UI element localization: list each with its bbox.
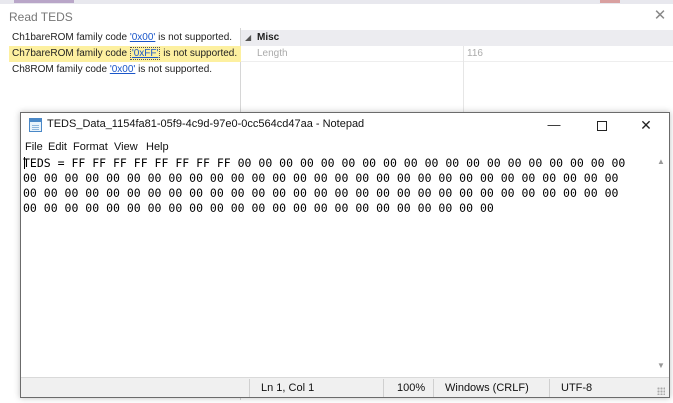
menu-file[interactable]: File [25,139,43,155]
scroll-down-arrow-icon[interactable]: ▼ [657,361,665,370]
dialog-titlebar: Read TEDS ✕ [0,4,673,28]
status-cursor-position: Ln 1, Col 1 [261,382,315,394]
family-code-link[interactable]: '0x00' [110,64,136,75]
message-text: is not supported. [160,48,238,59]
notepad-window: TEDS_Data_1154fa81-05f9-4c9d-97e0-0cc564… [20,112,670,398]
menu-edit[interactable]: Edit [48,139,67,155]
status-separator [383,379,384,397]
maximize-button[interactable] [579,113,625,137]
minimize-button[interactable]: — [531,113,577,137]
text-line: 00 00 00 00 00 00 00 00 00 00 00 00 00 0… [23,171,619,185]
message-text: is not supported. [155,32,233,43]
property-row-length[interactable]: Length 116 [241,46,673,62]
menu-bar: File Edit Format View Help [21,139,669,155]
property-category-misc[interactable]: ◢ Misc [241,30,673,46]
text-editor[interactable]: TEDS = FF FF FF FF FF FF FF FF 00 00 00 … [23,155,653,375]
status-line-endings: Windows (CRLF) [445,382,529,394]
message-text: Ch1bareROM family code [12,32,130,43]
vertical-scrollbar[interactable]: ▲ ▼ [653,155,669,375]
menu-view[interactable]: View [114,139,138,155]
status-separator [433,379,434,397]
resize-grip-icon[interactable] [657,387,665,395]
menu-format[interactable]: Format [73,139,108,155]
message-item-ch8[interactable]: Ch8ROM family code '0x00' is not support… [9,62,241,78]
notepad-app-icon [29,118,42,132]
close-button[interactable]: ✕ [623,113,669,137]
property-name: Length [257,48,288,59]
message-text: Ch7bareROM family code [12,48,130,59]
collapse-triangle-icon[interactable]: ◢ [245,30,251,46]
message-text: Ch8ROM family code [12,64,110,75]
menu-help[interactable]: Help [146,139,169,155]
status-separator [249,379,250,397]
status-separator [549,379,550,397]
text-line: 00 00 00 00 00 00 00 00 00 00 00 00 00 0… [23,186,619,200]
maximize-icon [597,120,607,131]
family-code-link[interactable]: '0xFF' [129,47,161,60]
text-line: TEDS = FF FF FF FF FF FF FF FF 00 00 00 … [23,156,626,170]
notepad-title: TEDS_Data_1154fa81-05f9-4c9d-97e0-0cc564… [47,118,365,130]
status-zoom: 100% [397,382,426,394]
property-value: 116 [467,48,483,59]
dialog-title: Read TEDS [9,10,73,24]
message-text: is not supported. [135,64,213,75]
scroll-up-arrow-icon[interactable]: ▲ [657,157,665,166]
status-bar: Ln 1, Col 1 100% Windows (CRLF) UTF-8 [21,377,669,397]
text-line: 00 00 00 00 00 00 00 00 00 00 00 00 00 0… [23,201,494,215]
notepad-titlebar[interactable]: TEDS_Data_1154fa81-05f9-4c9d-97e0-0cc564… [21,113,669,137]
property-category-label: Misc [257,32,280,43]
message-item-ch1[interactable]: Ch1bareROM family code '0x00' is not sup… [9,30,241,46]
family-code-link[interactable]: '0x00' [130,32,156,43]
status-encoding: UTF-8 [561,382,593,394]
dialog-close-button[interactable]: ✕ [650,6,670,26]
message-item-ch7[interactable]: Ch7bareROM family code '0xFF' is not sup… [9,46,241,62]
